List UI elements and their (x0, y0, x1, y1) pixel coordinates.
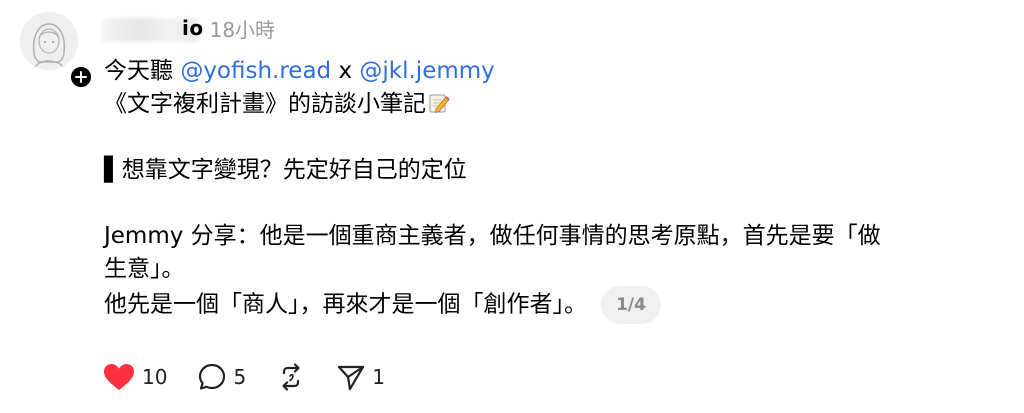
repost-button[interactable] (276, 362, 306, 392)
post-line-1: 今天聽 @yofish.read x @jkl.jemmy (104, 55, 1004, 88)
username[interactable]: io (102, 16, 204, 42)
comment-icon (199, 363, 226, 390)
mention-link[interactable]: @yofish.read (180, 58, 331, 84)
post-header: io 18小時 (102, 11, 275, 45)
like-count: 10 (142, 365, 168, 389)
post-line-6: Jemmy 分享：他是一個重商主義者，做任何事情的思考原點，首先是要「做 (104, 223, 881, 249)
text-segment: x (331, 58, 360, 84)
text-segment: 今天聽 (104, 58, 181, 84)
comment-button[interactable]: 5 (197, 362, 246, 392)
page-indicator[interactable]: 1/4 (601, 286, 661, 324)
plus-icon (75, 71, 87, 83)
text-segment: 他先是一個「商人」，再來才是一個「創作者」。 (104, 291, 587, 318)
username-text[interactable]: io (182, 16, 204, 40)
follow-button[interactable] (68, 64, 94, 90)
memo-icon (429, 94, 450, 114)
heart-icon (104, 364, 134, 390)
repost-icon (282, 363, 300, 391)
text-segment: 《文字複利計畫》的訪談小筆記 (104, 91, 426, 117)
avatar-container[interactable] (20, 12, 94, 90)
mention-link[interactable]: @jkl.jemmy (359, 58, 494, 84)
timestamp[interactable]: 18小時 (210, 14, 275, 43)
post-line-8: 他先是一個「商人」，再來才是一個「創作者」。 1/4 (104, 286, 1004, 324)
like-button[interactable]: 10 (102, 362, 167, 392)
post-text: 今天聽 @yofish.read x @jkl.jemmy 《文字複利計畫》的訪… (104, 55, 1004, 324)
comment-count: 5 (233, 365, 247, 389)
post-line-4: ▌想靠文字變現？先定好自己的定位 (104, 157, 467, 183)
action-bar: 10 5 1 (102, 362, 415, 392)
avatar[interactable] (20, 12, 78, 70)
send-count: 1 (372, 365, 385, 389)
post-line-7: 生意」。 (104, 256, 185, 282)
send-button[interactable]: 1 (336, 362, 385, 392)
avatar-illustration-icon (20, 12, 78, 70)
post-line-2: 《文字複利計畫》的訪談小筆記 (104, 88, 1004, 121)
send-icon (338, 365, 365, 391)
